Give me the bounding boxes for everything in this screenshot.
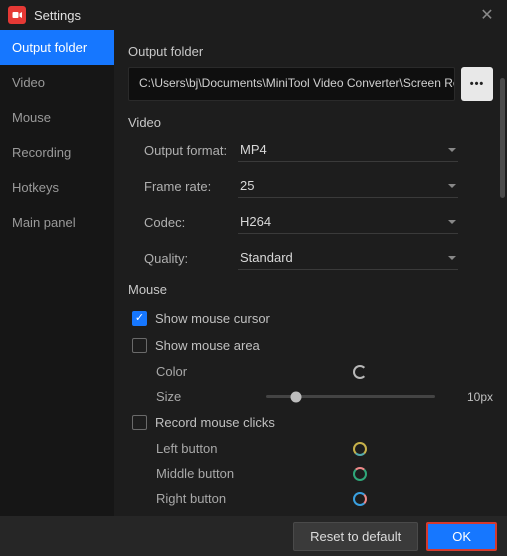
scrollbar[interactable] — [500, 78, 505, 198]
record-clicks-checkbox[interactable] — [132, 415, 147, 430]
codec-dropdown[interactable]: H264 — [238, 210, 458, 234]
record-clicks-label: Record mouse clicks — [155, 415, 275, 430]
sidebar-item-main-panel[interactable]: Main panel — [0, 205, 114, 240]
sidebar-item-output-folder[interactable]: Output folder — [0, 30, 114, 65]
output-folder-input[interactable]: C:\Users\bj\Documents\MiniTool Video Con… — [128, 67, 455, 101]
sidebar-item-mouse[interactable]: Mouse — [0, 100, 114, 135]
show-cursor-label: Show mouse cursor — [155, 311, 270, 326]
section-title-video: Video — [128, 115, 493, 130]
chevron-down-icon — [448, 220, 456, 224]
output-format-label: Output format: — [128, 143, 238, 158]
ellipsis-icon: ••• — [470, 78, 485, 90]
codec-label: Codec: — [128, 215, 238, 230]
slider-thumb[interactable] — [291, 391, 302, 402]
sidebar: Output folder Video Mouse Recording Hotk… — [0, 30, 114, 516]
app-icon — [8, 6, 26, 24]
right-button-label: Right button — [156, 491, 266, 506]
show-area-label: Show mouse area — [155, 338, 260, 353]
frame-rate-dropdown[interactable]: 25 — [238, 174, 458, 198]
sidebar-item-recording[interactable]: Recording — [0, 135, 114, 170]
quality-label: Quality: — [128, 251, 238, 266]
area-size-label: Size — [156, 389, 266, 404]
frame-rate-label: Frame rate: — [128, 179, 238, 194]
output-format-dropdown[interactable]: MP4 — [238, 138, 458, 162]
middle-button-color[interactable] — [353, 467, 367, 481]
sidebar-item-hotkeys[interactable]: Hotkeys — [0, 170, 114, 205]
quality-dropdown[interactable]: Standard — [238, 246, 458, 270]
area-color-swatch[interactable] — [353, 365, 367, 379]
output-format-value: MP4 — [240, 142, 267, 157]
section-title-output-folder: Output folder — [128, 44, 493, 59]
chevron-down-icon — [448, 256, 456, 260]
titlebar: Settings ✕ — [0, 0, 507, 30]
window-title: Settings — [34, 8, 81, 23]
close-icon[interactable]: ✕ — [475, 3, 499, 27]
reset-button[interactable]: Reset to default — [293, 522, 418, 551]
sidebar-item-video[interactable]: Video — [0, 65, 114, 100]
area-size-value: 10px — [453, 390, 493, 404]
left-button-label: Left button — [156, 441, 266, 456]
frame-rate-value: 25 — [240, 178, 254, 193]
ok-button[interactable]: OK — [426, 522, 497, 551]
middle-button-label: Middle button — [156, 466, 266, 481]
chevron-down-icon — [448, 184, 456, 188]
browse-button[interactable]: ••• — [461, 67, 493, 101]
show-cursor-checkbox[interactable] — [132, 311, 147, 326]
chevron-down-icon — [448, 148, 456, 152]
show-area-checkbox[interactable] — [132, 338, 147, 353]
settings-content: Output folder C:\Users\bj\Documents\Mini… — [114, 30, 507, 516]
codec-value: H264 — [240, 214, 271, 229]
right-button-color[interactable] — [353, 492, 367, 506]
quality-value: Standard — [240, 250, 293, 265]
footer: Reset to default OK — [0, 516, 507, 556]
section-title-mouse: Mouse — [128, 282, 493, 297]
left-button-color[interactable] — [353, 442, 367, 456]
area-size-slider[interactable] — [266, 395, 435, 398]
area-color-label: Color — [156, 364, 266, 379]
